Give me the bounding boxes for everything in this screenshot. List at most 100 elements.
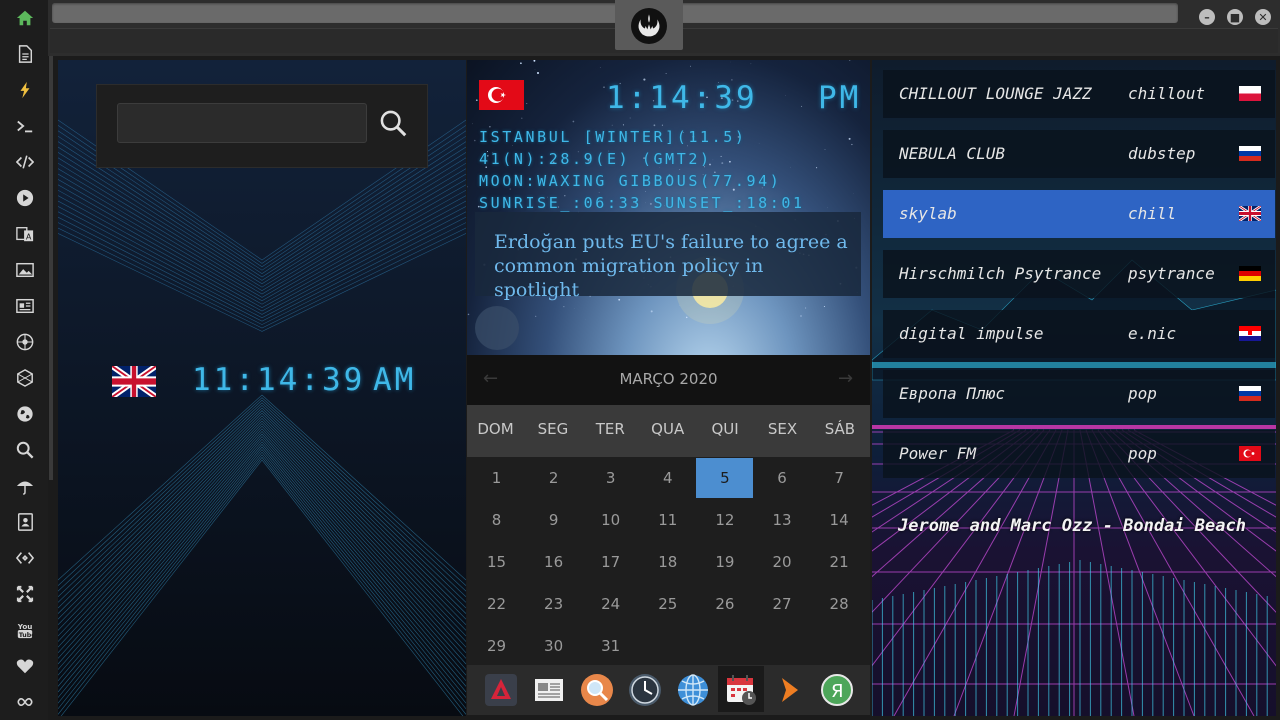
news-icon[interactable]: [14, 295, 36, 317]
infinity-icon[interactable]: [14, 691, 36, 713]
turkey-flag-icon: [1239, 446, 1261, 461]
croatia-flag-icon: [1239, 326, 1261, 341]
search-app-icon[interactable]: [578, 671, 616, 709]
calendar-day[interactable]: 20: [754, 542, 811, 582]
calendar-next-button[interactable]: →: [838, 368, 853, 389]
weekday-2: TER: [595, 420, 625, 438]
station-genre: chillout: [1128, 84, 1206, 103]
station-name: NEBULA CLUB: [899, 144, 1005, 163]
calendar-day[interactable]: 29: [468, 626, 525, 666]
code-icon[interactable]: [14, 151, 36, 173]
calendar-day[interactable]: 11: [639, 500, 696, 540]
maximize-button[interactable]: ■: [1227, 9, 1243, 25]
station-row[interactable]: CHILLOUT LOUNGE JAZZ chillout: [883, 70, 1275, 118]
calendar-day[interactable]: 12: [696, 500, 753, 540]
calendar-day[interactable]: 2: [525, 458, 582, 498]
calendar-day[interactable]: 24: [582, 584, 639, 624]
logo-tab[interactable]: [615, 0, 683, 50]
search-input[interactable]: [117, 103, 367, 143]
world-info-line-3: MOON:WAXING GIBBOUS(77.94): [479, 172, 782, 190]
news-headline[interactable]: Erdoğan puts EU's failure to agree a com…: [494, 230, 854, 302]
station-row[interactable]: skylab chill: [883, 190, 1275, 238]
hexagon-icon[interactable]: [14, 367, 36, 389]
document-icon[interactable]: [14, 43, 36, 65]
station-name: skylab: [899, 204, 957, 223]
svg-text:A: A: [26, 231, 32, 241]
search-button[interactable]: [376, 106, 410, 140]
calendar-day[interactable]: 17: [582, 542, 639, 582]
turkey-flag-icon: [479, 80, 524, 110]
search-icon: [380, 110, 407, 137]
now-playing: Jerome and Marc Ozz - Bondai Beach: [898, 516, 1246, 536]
calendar-day[interactable]: 3: [582, 458, 639, 498]
calendar-app-icon[interactable]: [718, 666, 764, 712]
calendar-day[interactable]: 30: [525, 626, 582, 666]
station-genre: dubstep: [1128, 144, 1196, 163]
calendar-day[interactable]: 28: [811, 584, 868, 624]
calendar-day[interactable]: 27: [754, 584, 811, 624]
world-info-line-4: SUNRISE_:06:33 SUNSET_:18:01: [479, 194, 805, 212]
calendar-day[interactable]: 19: [696, 542, 753, 582]
news-app-icon[interactable]: [530, 671, 568, 709]
calendar-day[interactable]: 16: [525, 542, 582, 582]
station-row[interactable]: Европа Плюс pop: [883, 370, 1275, 418]
calendar-day[interactable]: 23: [525, 584, 582, 624]
calendar-day[interactable]: 18: [639, 542, 696, 582]
diamond-link-icon[interactable]: [14, 547, 36, 569]
station-genre: pop: [1128, 384, 1157, 403]
bolt-icon[interactable]: [14, 79, 36, 101]
minimize-button[interactable]: –: [1199, 9, 1215, 25]
calendar-day[interactable]: 9: [525, 500, 582, 540]
calendar-day[interactable]: 25: [639, 584, 696, 624]
youtube-icon[interactable]: You Tube: [14, 619, 36, 641]
app-dock: [467, 665, 870, 715]
heart-icon[interactable]: [14, 655, 36, 677]
umbrella-icon[interactable]: [14, 475, 36, 497]
russia-flag-icon: [1239, 386, 1261, 401]
arrow-app-icon[interactable]: [482, 671, 520, 709]
translate-icon[interactable]: A: [14, 223, 36, 245]
station-genre: pop: [1128, 444, 1157, 463]
uk-flag-icon: [112, 366, 156, 397]
station-row[interactable]: digital impulse e.nic: [883, 310, 1275, 358]
sidebar-scrollbar[interactable]: [49, 0, 53, 480]
station-row[interactable]: NEBULA CLUB dubstep: [883, 130, 1275, 178]
calendar-day[interactable]: 13: [754, 500, 811, 540]
home-icon[interactable]: [14, 7, 36, 29]
news-headline-box[interactable]: Erdoğan puts EU's failure to agree a com…: [475, 212, 861, 301]
station-row[interactable]: Power FM pop: [883, 430, 1275, 478]
calendar-day[interactable]: 7: [811, 458, 868, 498]
image-icon[interactable]: [14, 259, 36, 281]
contacts-icon[interactable]: [14, 511, 36, 533]
station-row[interactable]: Hirschmilch Psytrance psytrance: [883, 250, 1275, 298]
station-name: CHILLOUT LOUNGE JAZZ: [899, 84, 1092, 103]
calendar-day[interactable]: 22: [468, 584, 525, 624]
local-time: 11:14:39: [192, 362, 366, 398]
calendar-day[interactable]: 26: [696, 584, 753, 624]
calendar-day[interactable]: 8: [468, 500, 525, 540]
fullscreen-icon[interactable]: [14, 583, 36, 605]
globe-icon[interactable]: [14, 403, 36, 425]
terminal-icon[interactable]: [14, 115, 36, 137]
calendar-day[interactable]: 4: [639, 458, 696, 498]
yandex-app-icon[interactable]: Я: [818, 671, 856, 709]
close-button[interactable]: ✕: [1255, 9, 1271, 25]
globe-app-icon[interactable]: [674, 671, 712, 709]
calendar-day[interactable]: 10: [582, 500, 639, 540]
calendar-day[interactable]: 1: [468, 458, 525, 498]
station-name: Европа Плюс: [899, 384, 1005, 403]
search-icon[interactable]: [14, 439, 36, 461]
clock-app-icon[interactable]: [626, 671, 664, 709]
svg-text:Tube: Tube: [19, 632, 34, 639]
play-icon[interactable]: [14, 187, 36, 209]
calendar-day[interactable]: 14: [811, 500, 868, 540]
calendar-day[interactable]: 31: [582, 626, 639, 666]
rebel-icon[interactable]: [14, 331, 36, 353]
calendar-day[interactable]: 5: [696, 458, 754, 498]
play-app-icon[interactable]: [770, 671, 808, 709]
calendar-day[interactable]: 6: [754, 458, 811, 498]
calendar-day[interactable]: 21: [811, 542, 868, 582]
germany-flag-icon: [1239, 266, 1261, 281]
station-genre: e.nic: [1128, 324, 1177, 343]
calendar-day[interactable]: 15: [468, 542, 525, 582]
